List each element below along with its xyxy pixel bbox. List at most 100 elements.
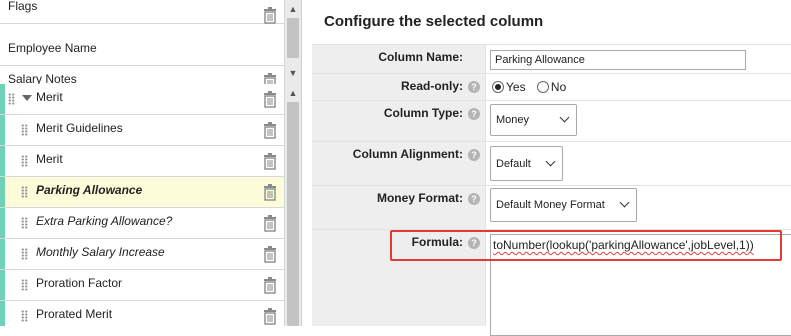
money-format-value: Default Money Format	[496, 199, 605, 211]
formula-row: Formula: ? toNumber(lookup('parkingAllow…	[312, 229, 791, 336]
formula-textarea[interactable]: toNumber(lookup('parkingAllowance',jobLe…	[490, 234, 791, 336]
readonly-label: Read-only:	[400, 79, 463, 93]
trash-icon[interactable]	[262, 215, 278, 232]
chevron-down-icon	[559, 112, 570, 123]
readonly-no-radio[interactable]	[536, 81, 549, 93]
expand-caret-icon[interactable]	[22, 95, 32, 101]
trash-icon[interactable]	[262, 153, 278, 170]
value-cell: Yes No	[485, 74, 791, 100]
alignment-select[interactable]: Default	[490, 146, 563, 181]
column-type-value: Money	[496, 114, 530, 126]
drag-handle-icon[interactable]	[21, 310, 28, 322]
label-cell: Column Type: ?	[312, 101, 485, 141]
trash-icon[interactable]	[262, 277, 278, 294]
readonly-yes-label[interactable]: Yes	[506, 80, 526, 94]
list-item-merit[interactable]: Merit	[0, 146, 284, 177]
list-item-prorated-merit[interactable]: Prorated Merit	[0, 301, 284, 326]
alignment-row: Column Alignment: ? Default	[312, 141, 791, 185]
list-item-label: Employee Name	[8, 41, 97, 55]
column-type-row: Column Type: ? Money	[312, 100, 791, 141]
scroll-up-icon[interactable]: ▲	[285, 86, 301, 100]
drag-handle-icon[interactable]	[21, 186, 28, 198]
readonly-no-label[interactable]: No	[551, 80, 566, 94]
list-item-employee-name[interactable]: Employee Name	[0, 35, 284, 66]
readonly-radio-group: Yes No	[492, 80, 574, 94]
drag-handle-icon[interactable]	[8, 93, 15, 105]
group-merit[interactable]: Merit	[0, 84, 284, 115]
trash-icon[interactable]	[262, 73, 278, 84]
drag-handle-icon[interactable]	[21, 155, 28, 167]
chevron-down-icon	[545, 156, 556, 166]
help-icon[interactable]: ?	[468, 237, 480, 249]
list-item-label: Merit	[36, 152, 63, 166]
trash-icon[interactable]	[262, 7, 278, 24]
bottom-list-scrollbar[interactable]: ▲	[284, 84, 301, 326]
group-accent-bar	[0, 115, 5, 145]
label-cell: Read-only: ?	[312, 74, 485, 100]
money-format-select[interactable]: Default Money Format	[490, 188, 637, 222]
trash-icon[interactable]	[262, 122, 278, 139]
column-name-input[interactable]	[490, 50, 746, 70]
label-cell: Column Name:	[312, 45, 485, 73]
group-accent-bar	[0, 146, 5, 176]
drag-handle-icon[interactable]	[21, 217, 28, 229]
group-accent-bar	[0, 270, 5, 300]
top-list-scrollbar[interactable]: ▲ ▼	[284, 0, 301, 84]
label-cell: Column Alignment: ?	[312, 142, 485, 185]
alignment-label: Column Alignment:	[352, 147, 463, 161]
drag-handle-icon[interactable]	[21, 279, 28, 291]
trash-icon[interactable]	[262, 308, 278, 325]
value-cell: Default Money Format	[485, 186, 791, 229]
panel-title: Configure the selected column	[324, 13, 544, 30]
readonly-yes-radio[interactable]	[492, 81, 504, 93]
drag-handle-icon[interactable]	[21, 124, 28, 136]
scroll-thumb[interactable]	[287, 18, 299, 58]
scroll-thumb[interactable]	[287, 102, 299, 326]
help-icon[interactable]: ?	[468, 193, 480, 205]
money-format-label: Money Format:	[376, 191, 463, 205]
help-icon[interactable]: ?	[468, 81, 480, 93]
formula-text: toNumber(lookup('parkingAllowance',jobLe…	[493, 238, 754, 252]
top-column-list: Flags Employee Name Salary Notes ▲ ▼	[0, 0, 301, 84]
help-icon[interactable]: ?	[468, 108, 480, 120]
list-item-label: Flags	[8, 0, 38, 13]
group-accent-bar	[0, 208, 5, 238]
list-item-parking-allowance[interactable]: Parking Allowance	[0, 177, 284, 208]
column-name-row: Column Name:	[312, 44, 791, 73]
list-item-label: Proration Factor	[36, 276, 123, 290]
configure-column-panel: Configure the selected column Column Nam…	[302, 0, 791, 336]
chevron-down-icon	[619, 197, 630, 208]
label-cell: Formula: ?	[312, 230, 485, 326]
list-item-label: Prorated Merit	[36, 307, 113, 321]
group-label: Merit	[36, 90, 63, 104]
column-list-panel: Flags Employee Name Salary Notes ▲ ▼ Mer…	[0, 0, 301, 326]
list-item-flags[interactable]: Flags	[0, 0, 284, 24]
value-cell: toNumber(lookup('parkingAllowance',jobLe…	[485, 230, 791, 336]
list-item-label: Monthly Salary Increase	[36, 245, 165, 259]
drag-handle-icon[interactable]	[21, 248, 28, 260]
list-item-monthly-salary-increase[interactable]: Monthly Salary Increase	[0, 239, 284, 270]
column-name-label: Column Name:	[378, 50, 463, 64]
list-item-label: Merit Guidelines	[36, 121, 123, 135]
value-cell: Money	[485, 101, 791, 141]
bottom-column-list: Merit Merit Guidelines Merit Parking All…	[0, 84, 301, 326]
alignment-value: Default	[496, 157, 531, 170]
scroll-down-icon[interactable]: ▼	[285, 66, 301, 80]
list-item-proration-factor[interactable]: Proration Factor	[0, 270, 284, 301]
list-item-merit-guidelines[interactable]: Merit Guidelines	[0, 115, 284, 146]
value-cell	[485, 45, 791, 73]
label-cell: Money Format: ?	[312, 186, 485, 229]
column-type-select[interactable]: Money	[490, 104, 577, 136]
trash-icon[interactable]	[262, 246, 278, 263]
trash-icon[interactable]	[262, 91, 278, 108]
trash-icon[interactable]	[262, 184, 278, 201]
list-item-label: Extra Parking Allowance?	[36, 214, 173, 228]
scroll-up-icon[interactable]: ▲	[285, 2, 301, 16]
help-icon[interactable]: ?	[468, 149, 480, 161]
money-format-row: Money Format: ? Default Money Format	[312, 185, 791, 229]
list-item-extra-parking-allowance[interactable]: Extra Parking Allowance?	[0, 208, 284, 239]
column-type-label: Column Type:	[383, 106, 463, 120]
value-cell: Default	[485, 142, 791, 185]
list-item-salary-notes[interactable]: Salary Notes	[0, 66, 284, 84]
group-accent-bar	[0, 84, 5, 114]
